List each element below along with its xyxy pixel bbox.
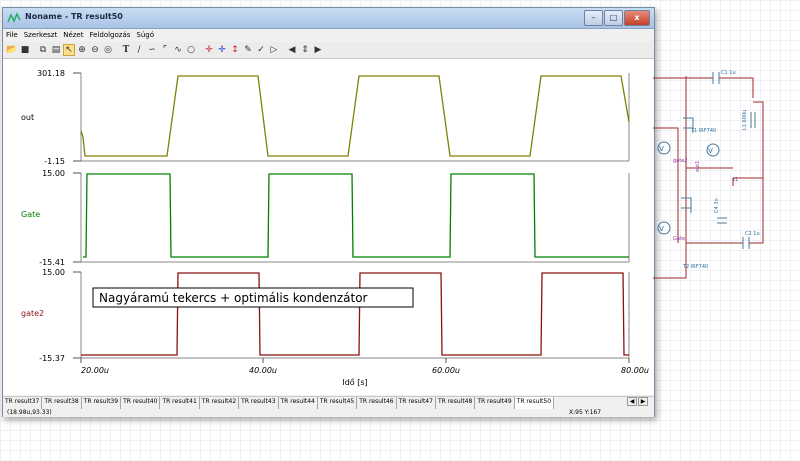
annotation-text: Nagyáramú tekercs + optimális kondenzáto…	[99, 291, 368, 305]
pointer-icon[interactable]: ↖	[63, 44, 75, 56]
tab-result42[interactable]: TR result42	[200, 397, 240, 409]
gate-net-label: Gate	[673, 236, 685, 242]
pane-out: 301.18 -1.15 out	[21, 69, 630, 166]
x-tick: 20.00u	[81, 366, 109, 375]
tab-result46[interactable]: TR result46	[357, 397, 397, 409]
waveform-plot[interactable]: 301.18 -1.15 out 15.00 -15.41 Gate 15.00…	[3, 59, 654, 395]
result-tabs: TR result37 TR result38 TR result39 TR r…	[3, 396, 654, 409]
x-axis: 20.00u 40.00u 60.00u 80.00u Idő [s]	[80, 358, 649, 387]
toolbar-separator	[281, 44, 285, 56]
x1-net-label: x1	[732, 177, 738, 183]
marker-icon[interactable]: ↕	[229, 44, 241, 56]
probe-icon[interactable]: ✓	[255, 44, 267, 56]
sine-icon[interactable]: ∿	[172, 44, 184, 56]
status-bar: (18.98u,93.33) X:95 Y:167	[3, 409, 654, 417]
t2-label: T2 IRF740	[682, 264, 708, 270]
out-label: out	[21, 113, 34, 122]
x-tick: 60.00u	[432, 366, 460, 375]
gate2-net-label: gate2	[673, 158, 687, 164]
menu-view[interactable]: Nézet	[60, 29, 86, 42]
voltmeter-1-icon: V	[659, 145, 664, 153]
x-tick: 80.00u	[621, 366, 649, 375]
app-window: Noname - TR result50 – □ x File Szerkesz…	[2, 7, 655, 417]
pen-icon[interactable]: ✎	[242, 44, 254, 56]
gate2-label: gate2	[21, 309, 44, 318]
toolbar-separator	[32, 44, 36, 56]
save-icon[interactable]: ■	[19, 44, 31, 56]
tab-result45[interactable]: TR result45	[318, 397, 358, 409]
l1-label: L1 600u	[742, 110, 748, 130]
tab-result37[interactable]: TR result37	[3, 397, 43, 409]
cross-icon[interactable]: ✛	[203, 44, 215, 56]
gate-ymax: 15.00	[42, 169, 65, 178]
nav-right-icon[interactable]: ▶	[312, 44, 324, 56]
c1-label: C1 1u	[721, 70, 736, 76]
text-icon[interactable]: T	[120, 44, 132, 56]
curve-icon[interactable]: ∽	[146, 44, 158, 56]
cursor-icon[interactable]: ✛	[216, 44, 228, 56]
app-icon	[7, 12, 21, 23]
t1-label: T1 IRF740	[690, 128, 716, 134]
toolbar-separator	[198, 44, 202, 56]
c4-label: C4 3n	[714, 198, 720, 213]
tab-result47[interactable]: TR result47	[397, 397, 436, 409]
title-bar[interactable]: Noname - TR result50 – □ x	[3, 8, 654, 29]
tab-scroll-right-icon[interactable]: ▶	[638, 397, 648, 406]
out-ymax: 301.18	[37, 69, 65, 78]
paste-icon[interactable]: ▤	[50, 44, 62, 56]
out-trace	[80, 75, 630, 157]
tab-result41[interactable]: TR result41	[160, 397, 200, 409]
gate2-trace	[81, 272, 629, 356]
out-net-label: out1	[695, 161, 701, 172]
status-cursor: (18.98u,93.33)	[7, 409, 52, 416]
close-button[interactable]: x	[624, 10, 650, 26]
copy-icon[interactable]: ⧉	[37, 44, 49, 56]
menu-help[interactable]: Súgó	[133, 29, 157, 42]
tab-result50[interactable]: TR result50	[514, 397, 555, 409]
zoom-fit-icon[interactable]: ◎	[102, 44, 114, 56]
line-icon[interactable]: ∕	[133, 44, 145, 56]
voltmeter-3-icon: V	[659, 225, 664, 233]
menu-process[interactable]: Feldolgozás	[86, 29, 133, 42]
toolbar: 📂 ■ ⧉ ▤ ↖ ⊕ ⊖ ◎ T ∕ ∽ ⌜ ∿ ○ ✛ ✛ ↕ ✎ ✓ ▷ …	[3, 42, 654, 59]
tab-result49[interactable]: TR result49	[475, 397, 515, 409]
tab-result48[interactable]: TR result48	[436, 397, 476, 409]
gate-ymin: -15.41	[39, 258, 65, 267]
out-ymin: -1.15	[44, 157, 65, 166]
pane-gate: 15.00 -15.41 Gate	[21, 169, 630, 267]
tab-result40[interactable]: TR result40	[121, 397, 161, 409]
zoom-out-icon[interactable]: ⊖	[89, 44, 101, 56]
arrow-icon[interactable]: ▷	[268, 44, 280, 56]
tab-result38[interactable]: TR result38	[42, 397, 82, 409]
menu-file[interactable]: File	[3, 29, 21, 42]
gate-trace	[83, 173, 629, 258]
x-tick: 40.00u	[249, 366, 277, 375]
circuit-schematic: C1 1u T1 IRF740 L1 600u C4 3n C2 1u T2 I…	[653, 70, 764, 279]
gate2-ymax: 15.00	[42, 268, 65, 277]
x-axis-label: Idő [s]	[342, 378, 367, 387]
open-icon[interactable]: 📂	[6, 44, 18, 56]
gate2-ymin: -15.37	[39, 354, 65, 363]
tab-result39[interactable]: TR result39	[82, 397, 122, 409]
menu-bar: File Szerkeszt Nézet Feldolgozás Súgó	[3, 29, 654, 42]
circle-icon[interactable]: ○	[185, 44, 197, 56]
minimize-button[interactable]: –	[584, 10, 603, 26]
tab-scroll-left-icon[interactable]: ◀	[627, 397, 637, 406]
pane-gate2: 15.00 -15.37 gate2 Nagyáramú tekercs + o…	[21, 268, 630, 363]
window-title: Noname - TR result50	[25, 12, 123, 21]
c2-label: C2 1u	[745, 231, 760, 237]
status-xy: X:95 Y:167	[569, 409, 602, 416]
zoom-in-icon[interactable]: ⊕	[76, 44, 88, 56]
nav-updown-icon[interactable]: ⇕	[299, 44, 311, 56]
gate-label: Gate	[21, 210, 40, 219]
tab-result43[interactable]: TR result43	[239, 397, 279, 409]
menu-edit[interactable]: Szerkeszt	[21, 29, 60, 42]
tab-result44[interactable]: TR result44	[279, 397, 318, 409]
voltmeter-2-icon: V	[708, 147, 713, 155]
maximize-button[interactable]: □	[604, 10, 623, 26]
step-icon[interactable]: ⌜	[159, 44, 171, 56]
toolbar-separator	[115, 44, 119, 56]
nav-left-icon[interactable]: ◀	[286, 44, 298, 56]
